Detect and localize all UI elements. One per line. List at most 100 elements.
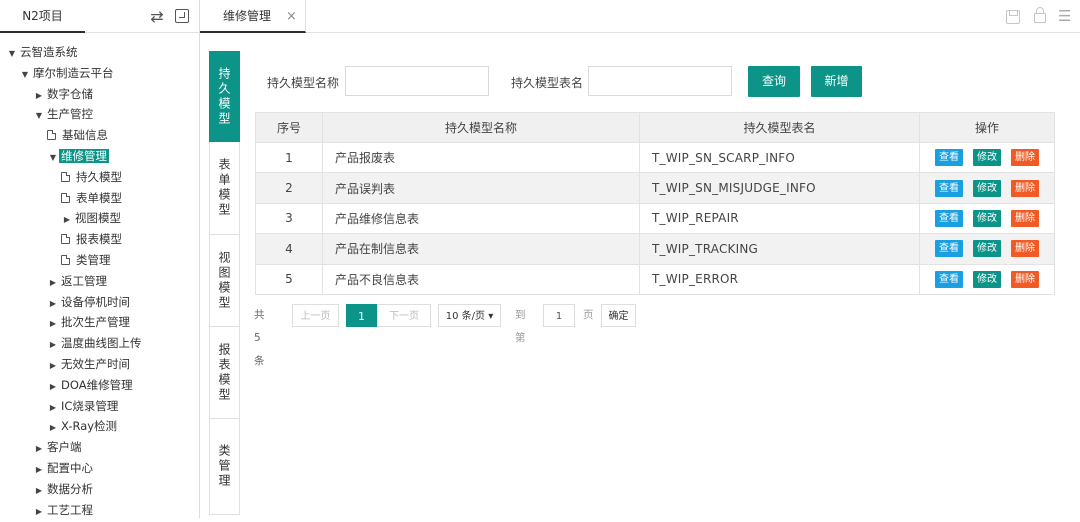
tree-item[interactable]: ▶ 温度曲线图上传 — [0, 333, 199, 354]
tree-item-label: 类管理 — [76, 252, 111, 267]
tab-maintenance[interactable]: 维修管理 × — [200, 0, 306, 33]
project-tab[interactable]: N2项目 — [0, 0, 85, 33]
table-row: 1 产品报废表 T_WIP_SN_SCARP_INFO 查看 修改 删除 — [255, 141, 1055, 174]
collapsed-arrow-icon[interactable]: ▶ — [33, 86, 45, 107]
document-icon — [47, 130, 56, 141]
tree-item[interactable]: ▼ 摩尔制造云平台 — [0, 63, 199, 84]
edit-button[interactable]: 修改 — [973, 149, 1001, 167]
goto-page-input[interactable]: 1 — [543, 304, 575, 327]
tree-item[interactable]: ▶ 客户端 — [0, 437, 199, 458]
vtab-view-model[interactable]: 视图模型 — [209, 235, 240, 327]
delete-button[interactable]: 删除 — [1011, 209, 1039, 227]
vtab-form-model[interactable]: 表单模型 — [209, 142, 240, 235]
navigation-tree: ▼ 云智造系统 ▼ 摩尔制造云平台 ▶ 数字仓储 ▼ 生产管控 基础信息 ▼ 维修管理 持久模型 表单模… — [0, 42, 199, 520]
collapsed-arrow-icon[interactable]: ▶ — [47, 418, 59, 439]
next-page-button[interactable]: 下一页 — [377, 304, 431, 327]
collapsed-arrow-icon[interactable]: ▶ — [33, 460, 45, 481]
document-icon — [61, 192, 70, 203]
cell-operations: 查看 修改 删除 — [919, 263, 1055, 295]
view-button[interactable]: 查看 — [935, 179, 963, 197]
collapse-icon[interactable] — [175, 9, 189, 23]
page-size-select[interactable]: 10 条/页 ▾ — [438, 304, 501, 327]
prev-page-button[interactable]: 上一页 — [292, 304, 339, 327]
tree-item[interactable]: 持久模型 — [0, 167, 199, 188]
collapsed-arrow-icon[interactable]: ▶ — [33, 481, 45, 502]
tree-item[interactable]: 类管理 — [0, 250, 199, 271]
add-button[interactable]: 新增 — [811, 66, 862, 97]
vtab-class-management[interactable]: 类管理 — [209, 419, 240, 515]
expanded-arrow-icon[interactable]: ▼ — [33, 106, 45, 127]
tree-item[interactable]: ▼ 云智造系统 — [0, 42, 199, 63]
view-button[interactable]: 查看 — [935, 149, 963, 167]
edit-button[interactable]: 修改 — [973, 179, 1001, 197]
sidebar: N2项目 ⇄ ▼ 云智造系统 ▼ 摩尔制造云平台 ▶ 数字仓储 ▼ 生产管控 基础信息 ▼ 维修管理… — [0, 0, 200, 518]
tree-item[interactable]: 报表模型 — [0, 229, 199, 250]
view-button[interactable]: 查看 — [935, 240, 963, 258]
goto-label: 到第 — [515, 309, 526, 344]
cell-index: 2 — [255, 172, 323, 204]
edit-button[interactable]: 修改 — [973, 209, 1001, 227]
header-operations: 操作 — [919, 112, 1055, 143]
collapsed-arrow-icon[interactable]: ▶ — [47, 356, 59, 377]
vtab-label: 持久模型 — [217, 66, 231, 127]
confirm-button[interactable]: 确定 — [601, 304, 636, 327]
tree-item[interactable]: ▶ 数字仓储 — [0, 84, 199, 105]
collapsed-arrow-icon[interactable]: ▶ — [47, 273, 59, 294]
tree-item[interactable]: ▶ 工艺工程 — [0, 500, 199, 521]
delete-button[interactable]: 删除 — [1011, 149, 1039, 167]
query-button[interactable]: 查询 — [748, 66, 800, 97]
tree-item[interactable]: ▶ 批次生产管理 — [0, 312, 199, 333]
collapsed-arrow-icon[interactable]: ▶ — [61, 210, 73, 231]
document-icon — [61, 254, 70, 265]
menu-icon[interactable]: ☰ — [1058, 9, 1072, 24]
vtab-report-model[interactable]: 报表模型 — [209, 327, 240, 419]
tree-item[interactable]: 基础信息 — [0, 125, 199, 146]
tree-item[interactable]: ▶ 返工管理 — [0, 271, 199, 292]
collapsed-arrow-icon[interactable]: ▶ — [47, 398, 59, 419]
tree-item[interactable]: ▶ X-Ray检测 — [0, 416, 199, 437]
tree-item[interactable]: ▶ IC烧录管理 — [0, 396, 199, 417]
save-icon[interactable] — [1006, 10, 1020, 24]
cell-model-name: 产品误判表 — [322, 172, 640, 204]
tree-item[interactable]: ▶ 无效生产时间 — [0, 354, 199, 375]
expanded-arrow-icon[interactable]: ▼ — [6, 44, 18, 65]
collapsed-arrow-icon[interactable]: ▶ — [33, 502, 45, 522]
tree-item[interactable]: ▼ 维修管理 — [0, 146, 199, 167]
tree-item[interactable]: 表单模型 — [0, 188, 199, 209]
tree-item[interactable]: ▶ 数据分析 — [0, 479, 199, 500]
header-table-name: 持久模型表名 — [639, 112, 920, 143]
tree-item[interactable]: ▶ 配置中心 — [0, 458, 199, 479]
tab-label: 维修管理 — [223, 9, 272, 23]
tree-item-label: 客户端 — [47, 440, 82, 455]
edit-button[interactable]: 修改 — [973, 240, 1001, 258]
edit-button[interactable]: 修改 — [973, 270, 1001, 288]
tree-item[interactable]: ▶ DOA维修管理 — [0, 375, 199, 396]
collapsed-arrow-icon[interactable]: ▶ — [47, 294, 59, 315]
collapsed-arrow-icon[interactable]: ▶ — [47, 335, 59, 356]
collapsed-arrow-icon[interactable]: ▶ — [47, 314, 59, 335]
tree-item-label: 数字仓储 — [47, 86, 93, 101]
tree-item[interactable]: ▶ 设备停机时间 — [0, 292, 199, 313]
collapsed-arrow-icon[interactable]: ▶ — [33, 439, 45, 460]
vtab-persistent-model[interactable]: 持久模型 — [209, 51, 240, 142]
current-page-button[interactable]: 1 — [346, 304, 377, 327]
tree-item-label: 报表模型 — [76, 232, 122, 247]
expanded-arrow-icon[interactable]: ▼ — [19, 65, 31, 86]
cell-operations: 查看 修改 删除 — [919, 172, 1055, 204]
table-name-input[interactable] — [588, 66, 732, 96]
tree-item[interactable]: ▼ 生产管控 — [0, 104, 199, 125]
view-button[interactable]: 查看 — [935, 209, 963, 227]
delete-button[interactable]: 删除 — [1011, 179, 1039, 197]
unlock-icon[interactable] — [1034, 7, 1046, 23]
expanded-arrow-icon[interactable]: ▼ — [47, 148, 59, 169]
collapsed-arrow-icon[interactable]: ▶ — [47, 377, 59, 398]
tree-item-label: 返工管理 — [61, 273, 107, 288]
close-icon[interactable]: × — [286, 0, 297, 33]
model-name-input[interactable] — [345, 66, 489, 96]
tree-item[interactable]: ▶ 视图模型 — [0, 208, 199, 229]
swap-icon[interactable]: ⇄ — [147, 7, 167, 27]
table-row: 5 产品不良信息表 T_WIP_ERROR 查看 修改 删除 — [255, 263, 1055, 295]
view-button[interactable]: 查看 — [935, 270, 963, 288]
delete-button[interactable]: 删除 — [1011, 240, 1039, 258]
delete-button[interactable]: 删除 — [1011, 270, 1039, 288]
